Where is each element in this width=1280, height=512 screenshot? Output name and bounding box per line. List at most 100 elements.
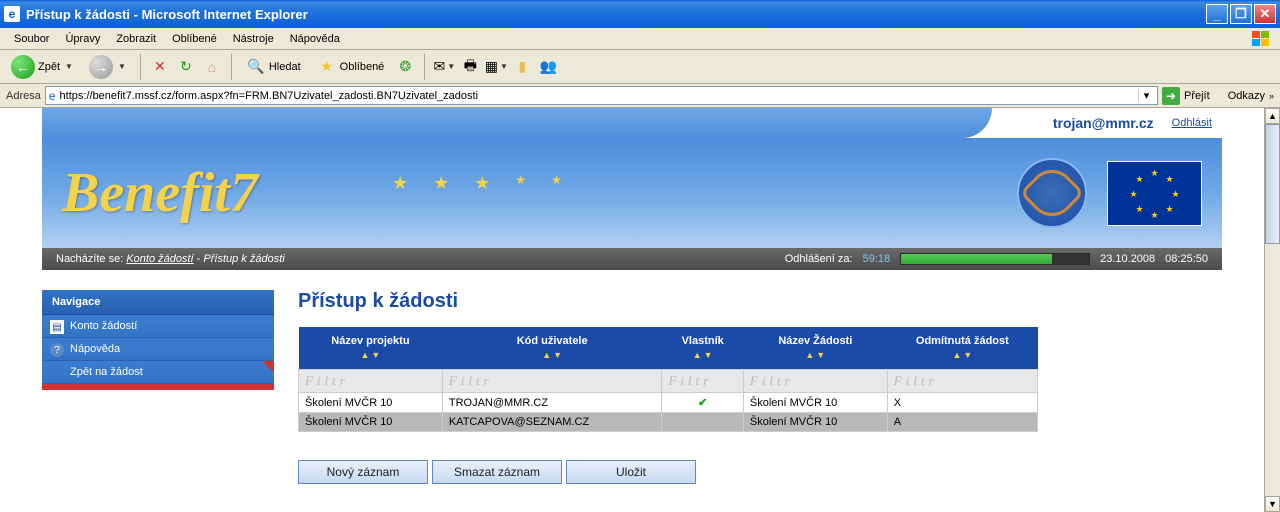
chevron-down-icon: ▼: [118, 62, 126, 71]
cell-kod: KATCAPOVA@SEZNAM.CZ: [442, 413, 662, 432]
mmr-logo-icon: [1017, 158, 1087, 228]
scroll-up-button[interactable]: ▲: [1265, 108, 1280, 124]
filter-input[interactable]: Filtr: [743, 370, 887, 393]
favorites-button[interactable]: ★ Oblíbené: [312, 54, 390, 80]
access-table: Název projektu▲▼ Kód uživatele▲▼ Vlastní…: [298, 327, 1038, 432]
separator: [424, 54, 425, 80]
forward-button[interactable]: → ▼: [84, 52, 131, 82]
sort-desc-icon[interactable]: ▼: [370, 350, 381, 360]
search-button[interactable]: 🔍 Hledat: [241, 54, 306, 80]
table-row[interactable]: Školení MVČR 10 TROJAN@MMR.CZ ✔ Školení …: [299, 393, 1038, 413]
table-row[interactable]: Školení MVČR 10 KATCAPOVA@SEZNAM.CZ Škol…: [299, 413, 1038, 432]
sort-desc-icon[interactable]: ▼: [552, 350, 563, 360]
banner-stars: ★ ★ ★ ★ ★: [392, 173, 562, 194]
menu-file[interactable]: Soubor: [6, 31, 57, 47]
sort-desc-icon[interactable]: ▼: [703, 350, 714, 360]
url-field[interactable]: e https://benefit7.mssf.cz/form.aspx?fn=…: [45, 86, 1158, 105]
url-text: https://benefit7.mssf.cz/form.aspx?fn=FR…: [60, 90, 1134, 102]
cell-zadost: Školení MVČR 10: [743, 393, 887, 413]
url-dropdown-button[interactable]: ▾: [1138, 89, 1154, 102]
browser-toolbar: ← Zpět ▼ → ▼ ✕ ↻ ⌂ 🔍 Hledat ★ Oblíbené ❂…: [0, 50, 1280, 84]
stop-button[interactable]: ✕: [150, 57, 170, 77]
links-chevron-icon[interactable]: »: [1269, 91, 1274, 101]
refresh-button[interactable]: ↻: [176, 57, 196, 77]
col-label: Název Žádosti: [778, 335, 852, 347]
separator: [140, 54, 141, 80]
scroll-thumb[interactable]: [1265, 124, 1280, 244]
sidebar: Navigace ▤ Konto žádostí ? Nápověda Zpět…: [42, 290, 274, 484]
address-bar: Adresa e https://benefit7.mssf.cz/form.a…: [0, 84, 1280, 108]
list-icon: ▤: [50, 320, 64, 334]
save-button[interactable]: Uložit: [566, 460, 696, 484]
messenger-button[interactable]: 👥: [538, 57, 558, 77]
main-content: Přístup k žádosti Název projektu▲▼ Kód u…: [298, 290, 1222, 484]
sort-asc-icon[interactable]: ▲: [360, 350, 371, 360]
menu-view[interactable]: Zobrazit: [108, 31, 164, 47]
status-time: 08:25:50: [1165, 253, 1208, 265]
sort-desc-icon[interactable]: ▼: [962, 350, 973, 360]
separator: [231, 54, 232, 80]
window-titlebar: e Přístup k žádosti - Microsoft Internet…: [0, 0, 1280, 28]
eu-flag-icon: ★★ ★★ ★★ ★★: [1107, 161, 1202, 226]
close-button[interactable]: ✕: [1254, 4, 1276, 24]
home-button[interactable]: ⌂: [202, 57, 222, 77]
vertical-scrollbar[interactable]: ▲ ▼: [1264, 108, 1280, 512]
mail-button[interactable]: ✉▼: [434, 57, 454, 77]
go-button[interactable]: ➜: [1162, 87, 1180, 105]
page-title: Přístup k žádosti: [298, 290, 1202, 313]
star-icon: ★: [392, 173, 408, 194]
logout-link[interactable]: Odhlásit: [1172, 117, 1212, 129]
menu-help[interactable]: Nápověda: [282, 31, 348, 47]
menu-favorites[interactable]: Oblíbené: [164, 31, 225, 47]
star-icon: ★: [433, 173, 449, 194]
restore-button[interactable]: ❐: [1230, 4, 1252, 24]
sidebar-item-help[interactable]: ? Nápověda: [42, 338, 274, 361]
sort-asc-icon[interactable]: ▲: [692, 350, 703, 360]
col-zadost[interactable]: Název Žádosti ▲▼: [743, 327, 887, 370]
edit-button[interactable]: ▦▼: [486, 57, 506, 77]
sidebar-footer-accent: [42, 384, 274, 390]
print-button[interactable]: 🖶: [460, 57, 480, 77]
sidebar-item-back[interactable]: Zpět na žádost: [42, 361, 274, 384]
links-label[interactable]: Odkazy: [1228, 90, 1265, 102]
sidebar-item-konto[interactable]: ▤ Konto žádostí: [42, 315, 274, 338]
delete-record-button[interactable]: Smazat záznam: [432, 460, 562, 484]
history-button[interactable]: ❂: [395, 57, 415, 77]
filter-input[interactable]: Filtr: [299, 370, 443, 393]
banner: Benefit7 ★ ★ ★ ★ ★ ★★ ★★ ★★ ★★: [42, 138, 1222, 248]
scroll-down-button[interactable]: ▼: [1265, 496, 1280, 512]
col-label: Odmítnutá žádost: [916, 335, 1009, 347]
breadcrumb-link[interactable]: Konto žádostí: [126, 253, 193, 265]
sort-asc-icon[interactable]: ▲: [951, 350, 962, 360]
note-button[interactable]: ▮: [512, 57, 532, 77]
col-odm[interactable]: Odmítnutá žádost ▲▼: [887, 327, 1037, 370]
filter-input[interactable]: Filtr: [662, 370, 743, 393]
col-projekt[interactable]: Název projektu▲▼: [299, 327, 443, 370]
menu-edit[interactable]: Úpravy: [57, 31, 108, 47]
search-icon: 🔍: [246, 57, 266, 77]
menu-tools[interactable]: Nástroje: [225, 31, 282, 47]
help-icon: ?: [50, 343, 64, 357]
address-label: Adresa: [6, 90, 41, 102]
cell-projekt: Školení MVČR 10: [299, 413, 443, 432]
filter-input[interactable]: Filtr: [887, 370, 1037, 393]
col-label: Vlastník: [682, 335, 724, 347]
breadcrumb-label: Nacházíte se:: [56, 253, 123, 265]
sidebar-item-label: Nápověda: [70, 343, 120, 355]
filter-input[interactable]: Filtr: [442, 370, 662, 393]
minimize-button[interactable]: _: [1206, 4, 1228, 24]
sort-asc-icon[interactable]: ▲: [804, 350, 815, 360]
favorites-label: Oblíbené: [340, 61, 385, 73]
header-strip: trojan@mmr.cz Odhlásit: [42, 108, 1222, 138]
back-button[interactable]: ← Zpět ▼: [6, 52, 78, 82]
new-record-button[interactable]: Nový záznam: [298, 460, 428, 484]
col-vlastnik[interactable]: Vlastník ▲▼: [662, 327, 743, 370]
star-icon: ★: [551, 173, 562, 194]
col-kod[interactable]: Kód uživatele ▲▼: [442, 327, 662, 370]
sort-desc-icon[interactable]: ▼: [815, 350, 826, 360]
cell-kod: TROJAN@MMR.CZ: [442, 393, 662, 413]
col-label: Kód uživatele: [517, 335, 588, 347]
chevron-down-icon: ▼: [65, 62, 73, 71]
sort-asc-icon[interactable]: ▲: [541, 350, 552, 360]
back-arrow-icon: ←: [11, 55, 35, 79]
